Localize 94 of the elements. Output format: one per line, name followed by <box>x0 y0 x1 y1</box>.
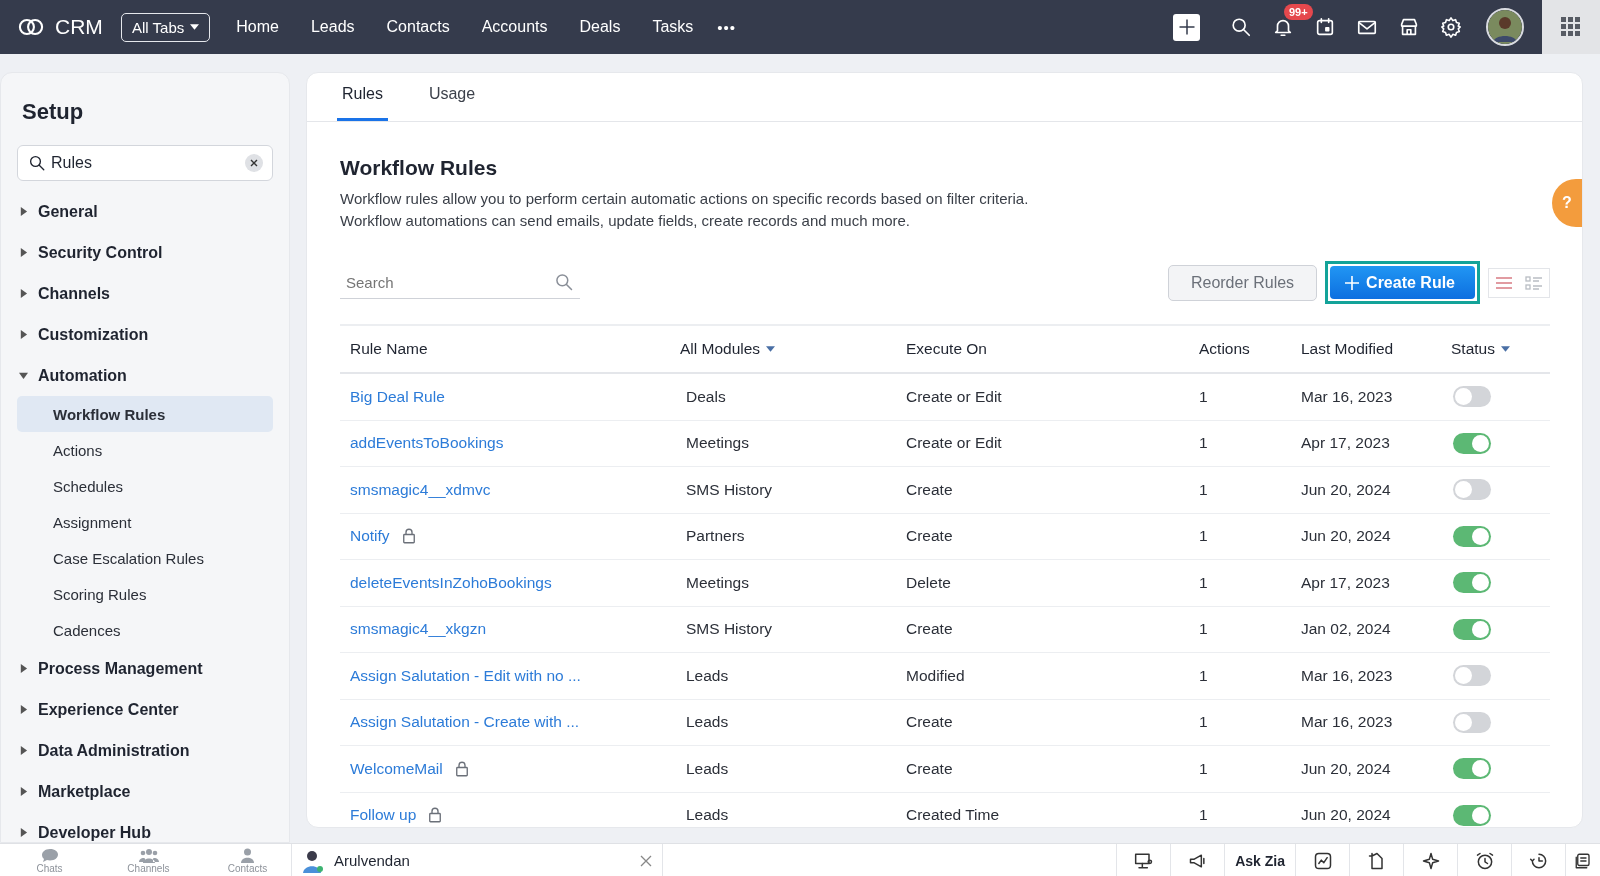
rule-link[interactable]: Big Deal Rule <box>350 387 445 406</box>
sidebar-section[interactable]: Process Management <box>1 648 289 689</box>
table-cell: Partners <box>686 527 745 545</box>
column-header: Execute On <box>906 340 987 358</box>
table-cell: Meetings <box>686 573 749 591</box>
sidebar-section[interactable]: Customization <box>1 314 289 355</box>
table-cell: Jun 20, 2024 <box>1301 527 1391 545</box>
all-tabs-dropdown[interactable]: All Tabs <box>121 12 211 42</box>
ask-zia-button[interactable]: Ask Zia <box>1224 844 1295 876</box>
table-cell: Create <box>906 713 953 731</box>
table-cell: Create <box>906 527 953 545</box>
rule-link[interactable]: addEventsToBookings <box>350 434 504 453</box>
table-cell: Leads <box>686 759 729 777</box>
sidebar-item[interactable]: Cadences <box>17 612 273 648</box>
table-cell: Jun 20, 2024 <box>1301 806 1391 824</box>
table-cell: 1 <box>1199 434 1208 452</box>
nav-link[interactable]: Tasks <box>636 18 710 36</box>
table-cell: Create <box>906 759 953 777</box>
sidebar-item[interactable]: Schedules <box>17 468 273 504</box>
sidebar-section[interactable]: Security Control <box>1 232 289 273</box>
nav-link[interactable]: Home <box>220 18 295 36</box>
table-cell: Apr 17, 2023 <box>1301 434 1390 452</box>
table-cell: Created Time <box>906 806 1000 824</box>
table-cell: Leads <box>686 713 729 731</box>
sidebar-section[interactable]: Automation <box>1 355 289 396</box>
description-text: Workflow rules allow you to perform certain automatic actions on specific records based on filter criteria. <box>340 189 1030 209</box>
table-cell: Leads <box>686 666 729 684</box>
sidebar-item[interactable]: Case Escalation Rules <box>17 540 273 576</box>
create-rule-button[interactable]: Create Rule <box>1330 266 1475 299</box>
nav-link[interactable]: Accounts <box>465 18 564 36</box>
sidebar-item[interactable]: Workflow Rules <box>17 396 273 432</box>
table-cell: 1 <box>1199 620 1208 638</box>
nav-link[interactable]: Deals <box>563 18 637 36</box>
column-header: Actions <box>1199 340 1250 358</box>
sidebar-section[interactable]: General <box>1 191 289 232</box>
sidebar-title: Setup <box>22 99 85 125</box>
app-name: CRM <box>55 15 103 39</box>
table-cell: 1 <box>1199 573 1208 591</box>
table-cell: Apr 17, 2023 <box>1301 573 1390 591</box>
description-text: Workflow automations can send emails, update fields, create records and much more. <box>340 211 911 231</box>
more-menu[interactable]: ••• <box>717 18 737 36</box>
rule-link[interactable]: smsmagic4__xkgzn <box>350 620 487 639</box>
rule-link[interactable]: Notify <box>350 527 390 546</box>
page-title: Workflow Rules <box>340 156 499 180</box>
table-cell: Create <box>906 480 953 498</box>
table-cell: Jan 02, 2024 <box>1301 620 1391 638</box>
notification-badge: 99+ <box>1284 4 1313 20</box>
nav-link[interactable]: Contacts <box>370 18 466 36</box>
table-cell: Meetings <box>686 434 749 452</box>
table-cell: Create <box>906 620 953 638</box>
sidebar-item[interactable]: Assignment <box>17 504 273 540</box>
tab[interactable]: Usage <box>423 73 481 121</box>
table-cell: 1 <box>1199 480 1208 498</box>
table-cell: Modified <box>906 666 965 684</box>
sidebar-section[interactable]: Experience Center <box>1 689 289 730</box>
rule-link[interactable]: Assign Salutation - Edit with no ... <box>350 666 581 685</box>
chat-tab[interactable]: Arulvendan <box>291 844 663 876</box>
table-cell: 1 <box>1199 713 1208 731</box>
rule-link[interactable]: Assign Salutation - Create with ... <box>350 713 580 732</box>
table-cell: Deals <box>686 387 726 405</box>
column-header: Last Modified <box>1301 340 1394 358</box>
sidebar-section[interactable]: Data Administration <box>1 730 289 771</box>
table-cell: Delete <box>906 573 951 591</box>
table-cell: 1 <box>1199 806 1208 824</box>
table-cell: Jun 20, 2024 <box>1301 759 1391 777</box>
rule-link[interactable]: WelcomeMail <box>350 759 443 778</box>
table-cell: Mar 16, 2023 <box>1301 666 1393 684</box>
reorder-rules-button[interactable]: Reorder Rules <box>1167 264 1318 301</box>
rule-link[interactable]: deleteEventsInZohoBookings <box>350 573 552 592</box>
column-header[interactable]: All Modules <box>680 340 761 358</box>
search-field[interactable]: Rules <box>17 145 273 181</box>
table-cell: Mar 16, 2023 <box>1301 387 1393 405</box>
sidebar-item[interactable]: Scoring Rules <box>17 576 273 612</box>
table-cell: Mar 16, 2023 <box>1301 713 1393 731</box>
table-cell: Create or Edit <box>906 434 1002 452</box>
table-cell: 1 <box>1199 387 1208 405</box>
table-cell: 1 <box>1199 666 1208 684</box>
table-cell: Jun 20, 2024 <box>1301 480 1391 498</box>
table-cell: Create or Edit <box>906 387 1002 405</box>
sidebar-section[interactable]: Channels <box>1 273 289 314</box>
sidebar-item[interactable]: Actions <box>17 432 273 468</box>
table-cell: SMS History <box>686 620 773 638</box>
table-cell: 1 <box>1199 527 1208 545</box>
rule-link[interactable]: Follow up <box>350 806 417 825</box>
sidebar-section[interactable]: Marketplace <box>1 771 289 812</box>
table-cell: Leads <box>686 806 729 824</box>
table-cell: 1 <box>1199 759 1208 777</box>
nav-link[interactable]: Leads <box>294 18 371 36</box>
rule-link[interactable]: smsmagic4__xdmvc <box>350 480 491 499</box>
tab[interactable]: Rules <box>337 73 388 121</box>
table-cell: SMS History <box>686 480 773 498</box>
sidebar-section[interactable]: Developer Hub <box>1 812 289 842</box>
column-header: Rule Name <box>350 340 428 358</box>
column-header[interactable]: Status <box>1451 340 1495 358</box>
